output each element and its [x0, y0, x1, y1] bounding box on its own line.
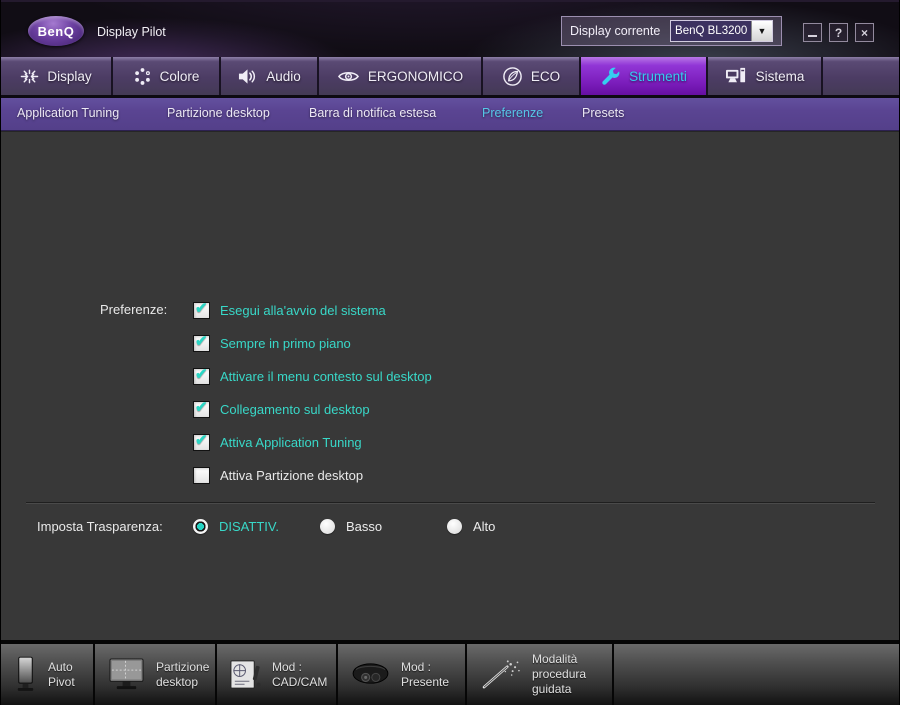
tab-label: ECO: [531, 69, 560, 84]
checkbox-checked[interactable]: ✔: [193, 368, 210, 385]
tab-label: ERGONOMICO: [368, 69, 463, 84]
window-controls: ? ×: [803, 23, 874, 42]
transparency-section-label: Imposta Trasparenza:: [37, 519, 163, 534]
subtab-application-tuning[interactable]: Application Tuning: [17, 106, 119, 120]
eco-leaf-icon: [502, 66, 523, 87]
subtab-presets[interactable]: Presets: [582, 106, 624, 120]
tab-label: Display: [47, 69, 91, 84]
content-area: Preferenze: ✔ Esegui alla'avvio del sist…: [1, 131, 899, 640]
radio-disattiv[interactable]: DISATTIV.: [193, 518, 279, 534]
tab-ergonomico[interactable]: ERGONOMICO: [319, 57, 481, 95]
check-icon: ✔: [195, 365, 208, 383]
radio-unselected-icon[interactable]: [320, 519, 335, 534]
magic-wand-icon: [479, 658, 522, 691]
tab-label: Sistema: [756, 69, 805, 84]
mod-cadcam-button[interactable]: Mod :CAD/CAM: [217, 644, 338, 705]
subtab-preferenze[interactable]: Preferenze: [482, 106, 543, 120]
eye-icon: [337, 69, 360, 84]
checkbox-row-always-on-top[interactable]: ✔ Sempre in primo piano: [193, 333, 351, 353]
benq-logo-text: BenQ: [38, 24, 75, 39]
checkbox-label: Attivare il menu contesto sul desktop: [220, 369, 432, 384]
button-label: AutoPivot: [48, 660, 75, 690]
checkbox-label: Collegamento sul desktop: [220, 402, 370, 417]
main-tab-bar: Display Colore Audio ERGONOMICO ECO: [1, 57, 899, 98]
checkbox-row-desktop-partition[interactable]: Attiva Partizione desktop: [193, 465, 363, 485]
computer-system-icon: [725, 66, 748, 87]
radio-basso[interactable]: Basso: [320, 518, 382, 534]
chevron-down-icon[interactable]: ▼: [751, 21, 772, 41]
quick-mode-bar-filler: [614, 644, 899, 705]
check-icon: ✔: [195, 431, 208, 449]
auto-pivot-button[interactable]: AutoPivot: [1, 644, 95, 705]
check-icon: ✔: [195, 398, 208, 416]
tab-display[interactable]: Display: [1, 57, 111, 95]
partition-monitor-icon: [107, 657, 146, 692]
checkbox-checked[interactable]: ✔: [193, 335, 210, 352]
benq-logo: BenQ: [28, 16, 84, 46]
radio-unselected-icon[interactable]: [447, 519, 462, 534]
display-current-label: Display corrente: [570, 24, 660, 38]
tab-audio[interactable]: Audio: [221, 57, 317, 95]
color-dots-icon: [133, 67, 152, 86]
radio-label: Alto: [473, 519, 495, 534]
preferences-section-label: Preferenze:: [100, 302, 167, 317]
checkbox-row-autostart[interactable]: ✔ Esegui alla'avvio del sistema: [193, 300, 386, 320]
help-button[interactable]: ?: [829, 23, 848, 42]
section-divider: [26, 502, 875, 504]
button-label: Modalitàprocedura guidata: [532, 652, 612, 697]
tab-sistema[interactable]: Sistema: [708, 57, 821, 95]
display-pilot-window: BenQ Display Pilot Display corrente BenQ…: [0, 0, 900, 705]
check-icon: ✔: [195, 299, 208, 317]
close-button[interactable]: ×: [855, 23, 874, 42]
radio-label: Basso: [346, 519, 382, 534]
app-title: Display Pilot: [97, 25, 166, 39]
quick-mode-bar: AutoPivot Partizionedesktop Mod :CAD/CAM: [1, 640, 899, 705]
button-label: Mod :Presente: [401, 660, 449, 690]
button-label: Mod :CAD/CAM: [272, 660, 327, 690]
minimize-icon: [808, 35, 817, 37]
mod-presente-button[interactable]: Mod :Presente: [338, 644, 467, 705]
checkbox-label: Attiva Partizione desktop: [220, 468, 363, 483]
speaker-icon: [237, 67, 258, 86]
checkbox-checked[interactable]: ✔: [193, 434, 210, 451]
checkbox-label: Sempre in primo piano: [220, 336, 351, 351]
portrait-monitor-icon: [13, 656, 38, 693]
checkbox-label: Esegui alla'avvio del sistema: [220, 303, 386, 318]
minimize-button[interactable]: [803, 23, 822, 42]
checkbox-unchecked[interactable]: [193, 467, 210, 484]
tab-eco[interactable]: ECO: [483, 57, 579, 95]
radio-selected-icon[interactable]: [193, 519, 208, 534]
subtab-barra-notifica[interactable]: Barra di notifica estesa: [309, 106, 436, 120]
tab-label: Audio: [266, 69, 301, 84]
tab-label: Strumenti: [629, 69, 687, 84]
checkbox-row-application-tuning[interactable]: ✔ Attiva Application Tuning: [193, 432, 362, 452]
tab-label: Colore: [160, 69, 200, 84]
radio-alto[interactable]: Alto: [447, 518, 495, 534]
cad-document-icon: [229, 657, 262, 692]
checkbox-label: Attiva Application Tuning: [220, 435, 362, 450]
compress-arrows-icon: [20, 67, 39, 86]
subtab-partizione-desktop[interactable]: Partizione desktop: [167, 106, 270, 120]
button-label: Partizionedesktop: [156, 660, 209, 690]
display-current-panel: Display corrente BenQ BL3200 ▼: [561, 16, 782, 46]
check-icon: ✔: [195, 332, 208, 350]
checkbox-checked[interactable]: ✔: [193, 401, 210, 418]
wizard-mode-button[interactable]: Modalitàprocedura guidata: [467, 644, 614, 705]
sub-tab-bar: Application Tuning Partizione desktop Ba…: [1, 98, 899, 131]
radio-label: DISATTIV.: [219, 519, 279, 534]
display-select[interactable]: BenQ BL3200 ▼: [670, 20, 773, 42]
titlebar: BenQ Display Pilot Display corrente BenQ…: [1, 0, 899, 57]
wrench-icon: [600, 66, 621, 87]
projector-icon: [350, 660, 391, 689]
checkbox-row-context-menu[interactable]: ✔ Attivare il menu contesto sul desktop: [193, 366, 432, 386]
tab-colore[interactable]: Colore: [113, 57, 219, 95]
tab-bar-filler: [823, 57, 899, 95]
display-select-value: BenQ BL3200: [671, 21, 751, 41]
checkbox-row-desktop-shortcut[interactable]: ✔ Collegamento sul desktop: [193, 399, 370, 419]
partizione-desktop-button[interactable]: Partizionedesktop: [95, 644, 217, 705]
tab-strumenti[interactable]: Strumenti: [581, 57, 706, 95]
checkbox-checked[interactable]: ✔: [193, 302, 210, 319]
